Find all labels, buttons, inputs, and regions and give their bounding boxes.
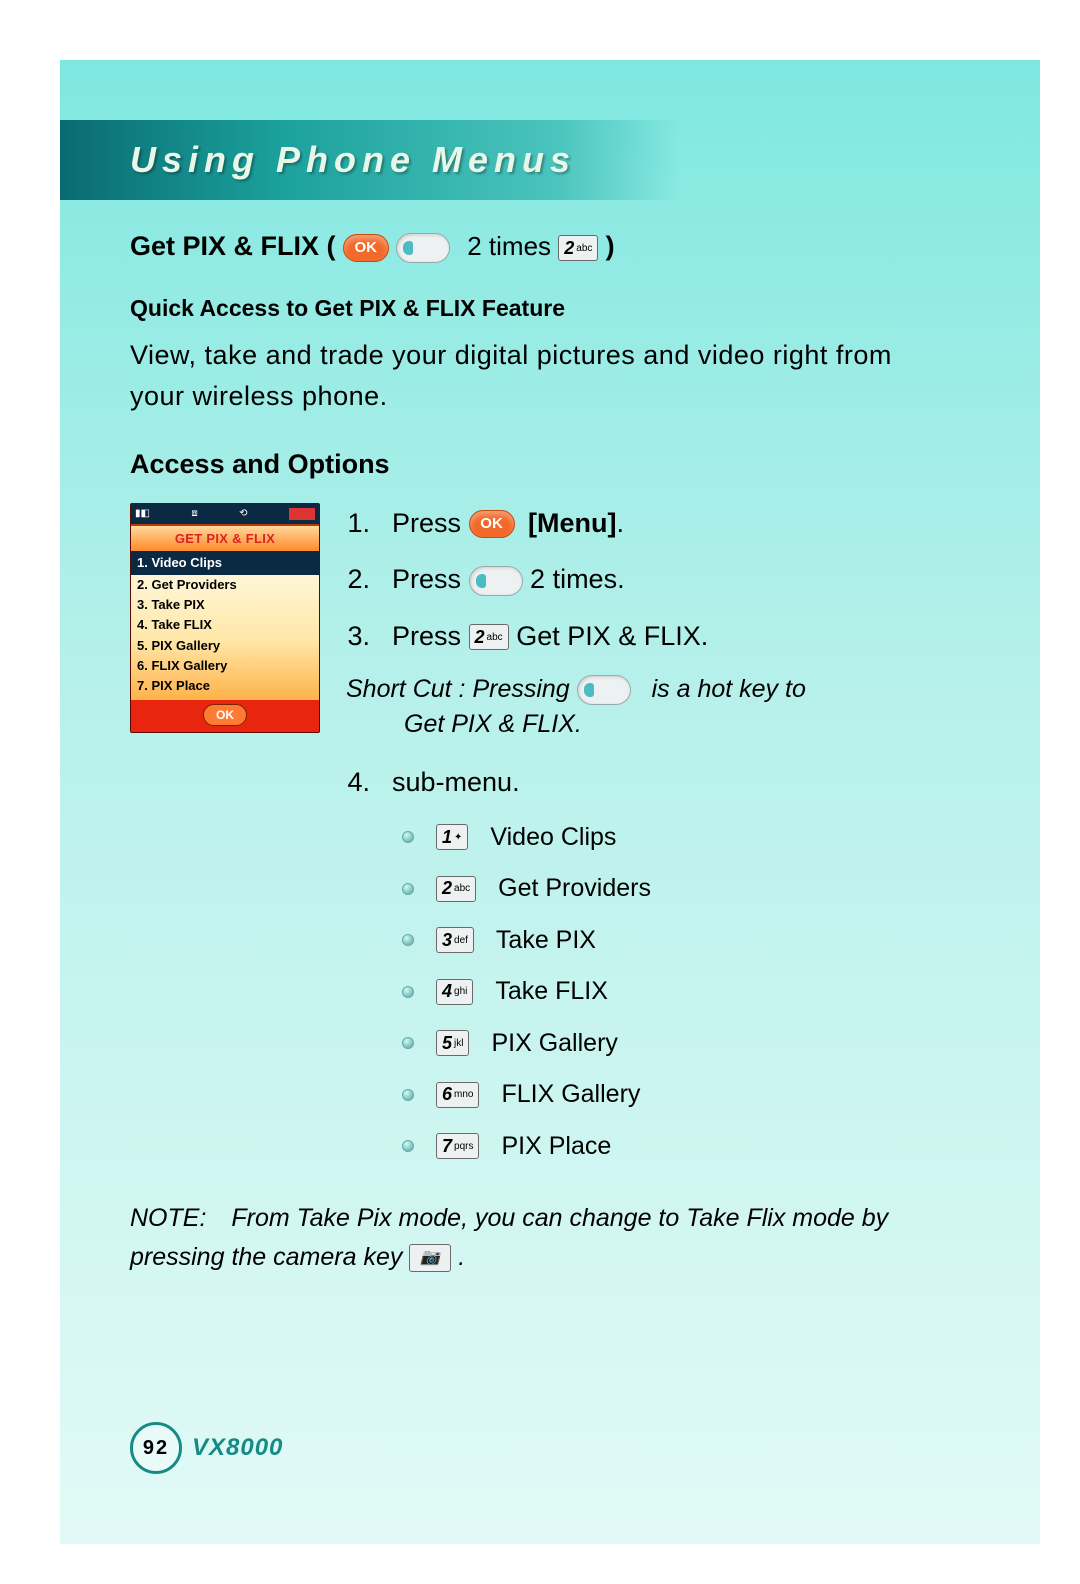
key-2abc-icon: 2abc: [558, 235, 598, 261]
note-text: From Take Pix mode, you can change to Ta…: [130, 1204, 888, 1271]
key-2abc-icon: 2abc: [436, 876, 476, 902]
bullet-icon: [402, 1140, 414, 1152]
submenu-label: Get Providers: [498, 870, 651, 908]
submenu-list: 1✦ Video Clips 2abc Get Providers 3def T…: [402, 819, 806, 1166]
shortcut-note: Short Cut : Pressing is a hot key to Get…: [346, 672, 806, 742]
step-number: 1.: [346, 503, 370, 544]
times-text: 2 times: [467, 231, 551, 261]
key-5jkl-icon: 5jkl: [436, 1030, 469, 1056]
submenu-item: 5jkl PIX Gallery: [402, 1025, 806, 1063]
phone-ok-softkey: OK: [203, 704, 247, 726]
submenu-item: 7pqrs PIX Place: [402, 1128, 806, 1166]
submenu-label: Video Clips: [490, 819, 616, 857]
step-2: 2. Press 2 times.: [346, 559, 806, 600]
feature-name: Get PIX & FLIX (: [130, 231, 336, 261]
phone-menu-title: GET PIX & FLIX: [131, 524, 319, 552]
bullet-icon: [402, 831, 414, 843]
model-label: VX8000: [192, 1434, 283, 1462]
phone-menu-item: 5. PIX Gallery: [137, 636, 313, 656]
bullet-icon: [402, 1037, 414, 1049]
step-text: Press: [392, 621, 469, 651]
step-1: 1. Press OK [Menu].: [346, 503, 806, 544]
step-4: 4. sub-menu.: [346, 762, 806, 803]
page-note: NOTE: From Take Pix mode, you can change…: [130, 1199, 940, 1277]
step-text: Press: [392, 508, 469, 538]
submenu-label: PIX Gallery: [491, 1025, 617, 1063]
quick-access-heading: Quick Access to Get PIX & FLIX Feature: [130, 291, 940, 326]
step-number: 3.: [346, 616, 370, 657]
camera-key-icon: 📷: [409, 1244, 451, 1272]
step-text: Get PIX & FLIX.: [516, 621, 708, 651]
phone-menu-item: 3. Take PIX: [137, 595, 313, 615]
phone-screenshot: ▮◧ ⧈ ⟲ GET PIX & FLIX 1. Video Clips 2. …: [130, 503, 320, 733]
submenu-item: 3def Take PIX: [402, 922, 806, 960]
nav-right-icon: [396, 233, 450, 263]
menu-label: [Menu]: [528, 508, 616, 538]
battery-icon: [289, 508, 315, 520]
nav-right-icon: [469, 566, 523, 596]
bullet-icon: [402, 1089, 414, 1101]
submenu-label: Take FLIX: [495, 973, 608, 1011]
key-1-icon: 1✦: [436, 824, 468, 850]
submenu-item: 4ghi Take FLIX: [402, 973, 806, 1011]
phone-menu-item: 7. PIX Place: [137, 676, 313, 696]
key-6mno-icon: 6mno: [436, 1082, 479, 1108]
nav-right-icon: [577, 675, 631, 705]
key-2abc-icon: 2abc: [469, 624, 509, 650]
note-label: NOTE:: [130, 1204, 206, 1232]
submenu-item: 6mno FLIX Gallery: [402, 1076, 806, 1114]
close-paren: ): [606, 231, 615, 261]
submenu-label: PIX Place: [501, 1128, 611, 1166]
phone-softkey-bar: OK: [131, 700, 319, 732]
bluetooth-icon: ⧈: [191, 506, 197, 521]
submenu-item: 1✦ Video Clips: [402, 819, 806, 857]
feature-heading-line: Get PIX & FLIX ( OK 2 times 2abc ): [130, 226, 940, 267]
phone-status-bar: ▮◧ ⧈ ⟲: [131, 504, 319, 524]
submenu-label: FLIX Gallery: [501, 1076, 640, 1114]
page-footer: 92 VX8000: [130, 1422, 283, 1474]
phone-menu-list: 1. Video Clips 2. Get Providers 3. Take …: [131, 551, 319, 700]
submenu-item: 2abc Get Providers: [402, 870, 806, 908]
content-area: Get PIX & FLIX ( OK 2 times 2abc ) Quick…: [130, 220, 940, 1277]
step-3: 3. Press 2abc Get PIX & FLIX.: [346, 616, 806, 657]
bullet-icon: [402, 934, 414, 946]
step-number: 4.: [346, 762, 370, 803]
ok-icon: OK: [469, 510, 515, 538]
access-options-heading: Access and Options: [130, 444, 940, 485]
chapter-title-bar: Using Phone Menus: [60, 120, 680, 200]
step-text: Press: [392, 564, 469, 594]
key-3def-icon: 3def: [436, 927, 474, 953]
bullet-icon: [402, 883, 414, 895]
phone-menu-item: 1. Video Clips: [131, 551, 319, 575]
ok-icon: OK: [343, 234, 389, 262]
key-4ghi-icon: 4ghi: [436, 979, 473, 1005]
step-number: 2.: [346, 559, 370, 600]
page-number: 92: [130, 1422, 182, 1474]
step-text: 2 times.: [530, 564, 625, 594]
submenu-label: Take PIX: [496, 922, 596, 960]
chapter-title: Using Phone Menus: [130, 139, 576, 181]
phone-menu-item: 2. Get Providers: [137, 575, 313, 595]
phone-menu-item: 6. FLIX Gallery: [137, 656, 313, 676]
feature-description: View, take and trade your digital pictur…: [130, 335, 940, 416]
sync-icon: ⟲: [239, 506, 247, 521]
signal-icon: ▮◧: [135, 506, 150, 521]
steps-column: 1. Press OK [Menu]. 2. Press 2 times. 3.: [346, 503, 806, 1180]
phone-menu-item: 4. Take FLIX: [137, 615, 313, 635]
bullet-icon: [402, 986, 414, 998]
key-7pqrs-icon: 7pqrs: [436, 1133, 479, 1159]
step-text: sub-menu.: [392, 762, 806, 803]
